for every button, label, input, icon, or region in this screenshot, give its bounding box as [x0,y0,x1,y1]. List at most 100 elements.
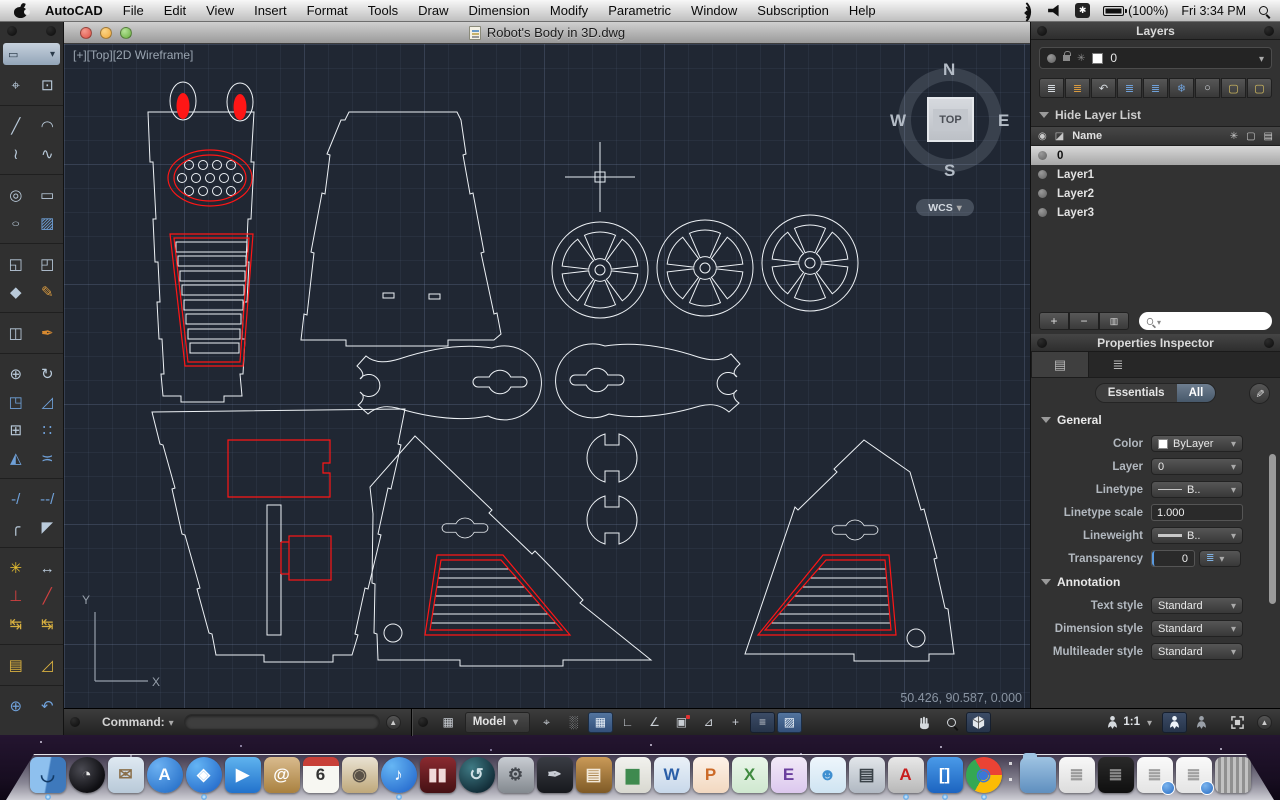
box-3d-tool[interactable]: ◫ [0,319,32,347]
annotation-scale-button[interactable]: 1:1 [1101,712,1160,733]
layer-previous-button[interactable]: ↶ [1091,78,1116,98]
menu-modify[interactable]: Modify [540,0,598,22]
columns-button[interactable]: ▥ [1099,312,1129,330]
grid-mode-button[interactable]: ▦ [587,711,613,733]
layer-freeze-button[interactable]: ❄ [1169,78,1194,98]
tab-layers[interactable]: ≣ [1089,352,1147,377]
circle-tool[interactable]: ◎ [0,181,32,209]
viewcube-top-face[interactable]: TOP [927,97,974,142]
menu-autocad[interactable]: AutoCAD [35,0,113,22]
menu-format[interactable]: Format [297,0,358,22]
dimension-lock-tool[interactable]: ↹ [0,610,32,638]
annotation-visibility-button[interactable] [1162,711,1187,733]
dock-icon-bracket-app[interactable]: [] [926,757,963,800]
attribute-edit-tool[interactable]: ✎ [32,278,64,306]
ellipse-tool[interactable]: ○ [0,209,32,237]
viewport-layout-button[interactable]: ▦ [436,712,461,733]
name-column-header[interactable]: Name [1072,130,1222,142]
all-segment[interactable]: All [1176,384,1216,402]
dock-icon-autocad[interactable]: A [887,757,924,800]
dock-icon-time-machine[interactable]: ↺ [458,757,495,793]
command-input[interactable] [183,714,380,730]
dynamic-input-button[interactable]: + [723,712,748,733]
ucs-previous-tool[interactable]: ↶ [32,692,64,720]
linetype-dropdown[interactable]: B.. [1151,481,1243,498]
robot-parts-red[interactable] [167,149,897,636]
dock-icon-word[interactable]: W [653,757,690,793]
dock-icon-documents-stack[interactable]: ≣ [1058,757,1095,793]
copy-tool[interactable]: ⊞ [0,416,32,444]
dock-icon-photo-booth[interactable]: ▮▮ [419,757,456,793]
layer-match-button[interactable]: ≣ [1065,78,1090,98]
dock-icon-iphoto[interactable]: ◉ [341,757,378,793]
layer-walk-button[interactable]: ≣ [1039,78,1064,98]
tab-properties[interactable]: ▤ [1031,352,1089,377]
wcs-selector[interactable]: WCS [916,199,974,216]
polar-tracking-button[interactable]: ∠ [642,712,667,733]
menu-window[interactable]: Window [681,0,747,22]
compass-east[interactable]: E [998,111,1009,131]
menu-help[interactable]: Help [839,0,886,22]
dock-icon-powerpoint[interactable]: P [692,757,729,793]
menu-file[interactable]: File [113,0,154,22]
dock-icon-mail[interactable]: ✉ [107,757,144,793]
battery-menu[interactable]: (100%) [1103,4,1168,18]
eyedropper-button[interactable]: ✎ [1249,382,1270,404]
lineweight-display-button[interactable]: ≡ [749,711,775,733]
mirror-tool[interactable]: ◭ [0,444,32,472]
layer-search-field[interactable] [1139,312,1272,330]
dock-icon-itunes[interactable]: ♪ [380,757,417,800]
eye-icon[interactable]: ◉ [1038,131,1047,142]
menu-view[interactable]: View [196,0,244,22]
command-history-button[interactable]: ▲ [385,714,401,730]
layer-on-icon[interactable] [1038,170,1047,179]
menu-dimension[interactable]: Dimension [458,0,539,22]
paint-tool[interactable]: ✒ [32,319,64,347]
robot-parts-white[interactable] [147,81,955,667]
compass-north[interactable]: N [943,60,955,80]
transparency-field[interactable]: 0 [1151,550,1195,567]
explode-tool[interactable]: ✳ [0,554,32,582]
fillet-tool[interactable]: ╭ [0,513,32,541]
dock-icon-app-store[interactable]: A [146,757,183,793]
arc-tool[interactable]: ◠ [32,112,64,140]
dock-icon-safari[interactable]: ◈ [185,757,222,800]
dock-icon-system-preferences[interactable]: ⚙ [497,757,534,793]
transparency-dropdown[interactable]: ≣ [1199,550,1241,567]
layer-set-current-button[interactable]: ≣ [1117,78,1142,98]
union-tool[interactable]: ◱ [0,250,32,278]
general-section-header[interactable]: General [1031,408,1280,432]
dock-icon-document-preview-1[interactable]: ≣ [1136,757,1175,795]
layer-unlock-button[interactable]: ▢ [1247,78,1272,98]
spline-tool[interactable]: ∿ [32,140,64,168]
color-dropdown[interactable]: ByLayer [1151,435,1243,452]
linetype-scale-input[interactable] [1151,504,1243,521]
compass-west[interactable]: W [890,111,906,131]
volume-icon[interactable] [1048,4,1059,17]
viewport-controls[interactable]: [+][Top][2D Wireframe] [73,48,193,62]
essentials-segment[interactable]: Essentials [1095,384,1177,402]
layer-row-3[interactable]: Layer3 [1031,203,1280,222]
apple-menu-icon[interactable] [14,1,30,18]
dock-icon-ical[interactable]: 6 [302,757,339,793]
zoom-button[interactable] [939,712,964,733]
ordinate-dimension-tool[interactable]: ⊥ [0,582,32,610]
linear-dimension-tool[interactable]: ▤ [0,651,32,679]
layer-on-icon[interactable] [1038,151,1047,160]
array-tool[interactable]: ∷ [32,416,64,444]
object-snap-tracking-button[interactable]: ⊿ [696,712,721,733]
layer-lock-button[interactable]: ▢ [1221,78,1246,98]
dock-icon-facetime[interactable]: ▶ [224,757,261,793]
point-tool[interactable]: ⌖ [0,71,32,99]
rotate-tool[interactable]: ↻ [32,360,64,388]
menu-clock[interactable]: Fri 3:34 PM [1181,4,1246,18]
drawing-canvas[interactable]: Y X [+][Top][2D Wireframe] N W E S TOP W… [64,44,1030,708]
menu-draw[interactable]: Draw [408,0,458,22]
layer-dropdown[interactable]: 0 [1151,458,1243,475]
object-snap-button[interactable]: ▣ [669,712,694,733]
subtract-tool[interactable]: ◰ [32,250,64,278]
menu-parametric[interactable]: Parametric [598,0,681,22]
annotation-section-header[interactable]: Annotation [1031,570,1280,594]
collapse-bar-button[interactable]: ▲ [1257,714,1272,730]
viewcube-toggle-button[interactable] [966,711,992,733]
